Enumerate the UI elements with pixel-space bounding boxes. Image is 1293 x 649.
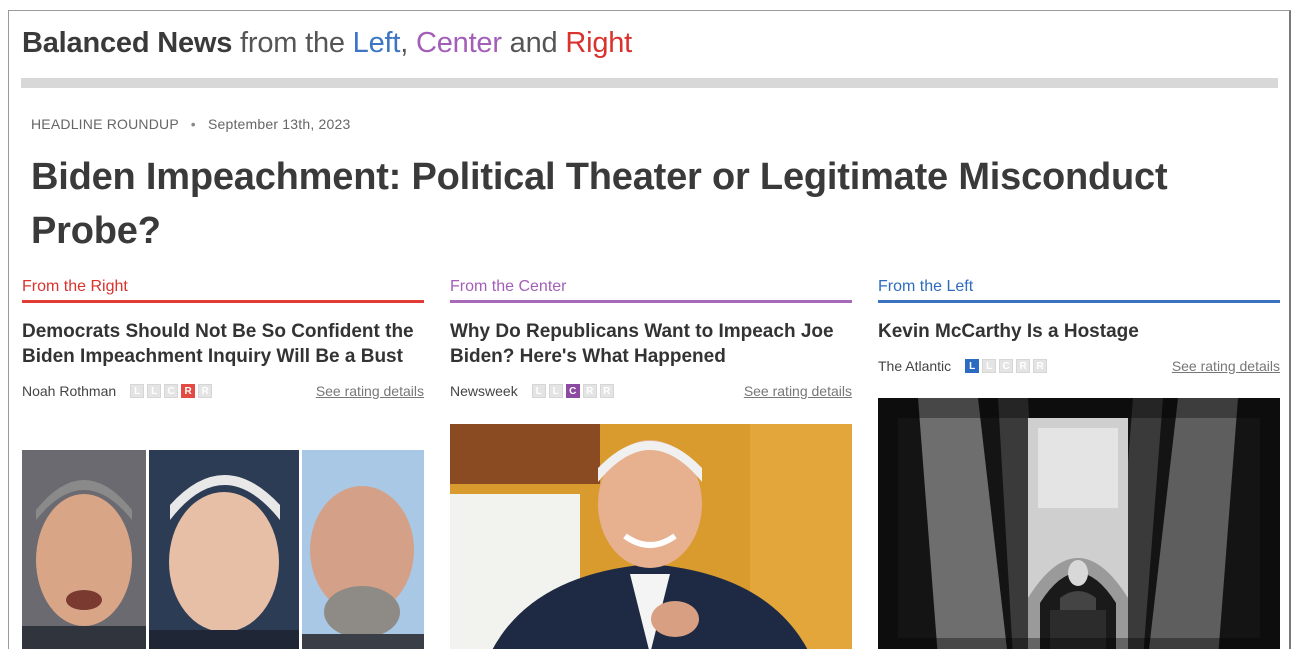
bias-rating-center[interactable]: L L C R R xyxy=(531,384,614,398)
kicker-date: September 13th, 2023 xyxy=(207,116,351,132)
rating-box-right: R xyxy=(1033,359,1048,373)
column-left: From the Left Kevin McCarthy Is a Hostag… xyxy=(878,278,1280,649)
site-header: Balanced News from the Left, Center and … xyxy=(22,27,632,60)
rating-box-lean-right: R xyxy=(1016,359,1031,373)
rating-box-left: L xyxy=(531,384,546,398)
tagline-center: Center xyxy=(415,27,502,59)
article-title-left[interactable]: Kevin McCarthy Is a Hostage xyxy=(878,319,1280,344)
bias-rating-right[interactable]: L L C R R xyxy=(130,384,213,398)
article-meta-right: Noah Rothman L L C R R See rating detail… xyxy=(22,381,424,401)
photo-three-politicians[interactable] xyxy=(22,450,424,649)
photo-biden-smiling-graphic xyxy=(450,424,852,649)
photo-biden-smiling[interactable] xyxy=(450,424,852,649)
bias-rating-left[interactable]: L L C R R xyxy=(965,359,1048,373)
rating-box-center: C xyxy=(999,359,1014,373)
rating-box-lean-right: R xyxy=(181,384,196,398)
rating-details-link-left[interactable]: See rating details xyxy=(1172,358,1280,374)
rating-box-left: L xyxy=(965,359,980,373)
tagline-left: Left xyxy=(352,27,401,59)
side-label-right[interactable]: From the Right xyxy=(22,278,424,303)
rating-box-left: L xyxy=(130,384,145,398)
rating-box-right: R xyxy=(198,384,213,398)
page-title[interactable]: Biden Impeachment: Political Theater or … xyxy=(31,150,1281,258)
rating-box-lean-left: L xyxy=(147,384,162,398)
article-meta-center: Newsweek L L C R R See rating details xyxy=(450,381,852,401)
roundup-kicker: HEADLINE ROUNDUP • September 13th, 2023 xyxy=(31,116,350,132)
rating-box-lean-left: L xyxy=(982,359,997,373)
rating-box-center: C xyxy=(565,384,580,398)
rating-box-lean-right: R xyxy=(582,384,597,398)
article-source-center[interactable]: Newsweek xyxy=(450,383,518,399)
brand-name[interactable]: Balanced News xyxy=(22,27,232,59)
tagline-from-the: from the xyxy=(240,27,345,59)
photo-mccarthy-columns[interactable] xyxy=(878,398,1280,649)
rating-box-right: R xyxy=(599,384,614,398)
tagline-right: Right xyxy=(565,27,633,59)
tagline-and: and xyxy=(509,27,558,59)
column-right: From the Right Democrats Should Not Be S… xyxy=(22,278,424,649)
article-title-right[interactable]: Democrats Should Not Be So Confident the… xyxy=(22,319,424,369)
kicker-label[interactable]: HEADLINE ROUNDUP xyxy=(31,116,179,132)
rating-details-link-right[interactable]: See rating details xyxy=(316,383,424,399)
article-source-right[interactable]: Noah Rothman xyxy=(22,383,116,399)
rating-details-link-center[interactable]: See rating details xyxy=(744,383,852,399)
rating-box-lean-left: L xyxy=(548,384,563,398)
photo-three-politicians-graphic xyxy=(22,450,424,649)
side-label-left[interactable]: From the Left xyxy=(878,278,1280,303)
article-meta-left: The Atlantic L L C R R See rating detail… xyxy=(878,356,1280,376)
photo-mccarthy-columns-graphic xyxy=(878,398,1280,649)
kicker-separator: • xyxy=(190,116,196,132)
column-center: From the Center Why Do Republicans Want … xyxy=(450,278,852,649)
article-title-center[interactable]: Why Do Republicans Want to Impeach Joe B… xyxy=(450,319,852,369)
article-source-left[interactable]: The Atlantic xyxy=(878,358,951,374)
side-label-center[interactable]: From the Center xyxy=(450,278,852,303)
header-divider xyxy=(21,78,1278,88)
tagline-comma: , xyxy=(400,27,409,59)
rating-box-center: C xyxy=(164,384,179,398)
